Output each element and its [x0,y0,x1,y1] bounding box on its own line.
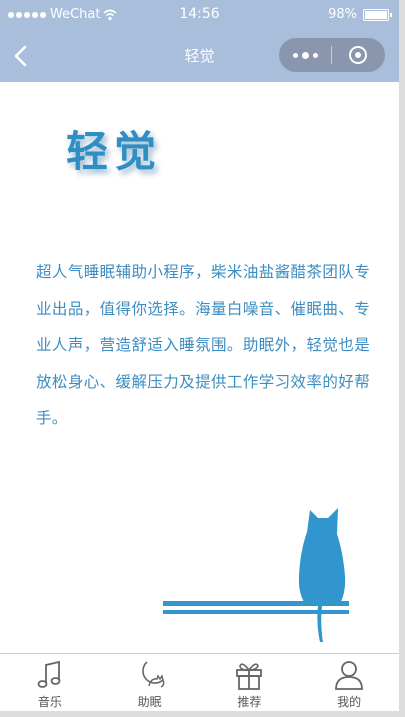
navigation-bar: 轻觉 [0,30,399,82]
tab-sleep-aid-label: 助眠 [137,695,162,709]
battery-fill [365,10,387,19]
tab-mine-label: 我的 [337,695,362,709]
device-frame-right [399,0,405,717]
battery-percent: 98% [328,7,357,22]
moon-cat-icon [141,661,164,688]
music-note-icon [37,660,61,688]
app-logo-text: 轻觉 [66,127,163,176]
tab-music[interactable]: 音乐 [0,654,100,712]
status-bar: WeChat 14:56 98% [0,0,399,30]
tab-music-label: 音乐 [37,695,62,709]
battery-icon [363,8,392,21]
menu-capsule [279,38,385,72]
tab-bar: 音乐 助眠 推荐 我的 [0,653,399,712]
battery-group: 98% [328,7,392,22]
user-icon [335,661,364,690]
close-miniprogram-button[interactable] [332,38,384,72]
tab-sleep-aid[interactable]: 助眠 [100,654,200,712]
gift-icon [236,663,263,690]
device-frame-bottom [0,711,405,717]
cat-on-branch-illustration [163,508,349,642]
more-options-button[interactable] [279,38,331,72]
app-description: 超人气睡眠辅助小程序，柴米油盐酱醋茶团队专业出品，值得你选择。海量白噪音、催眠曲… [36,263,370,427]
phone-screen: WeChat 14:56 98% 轻觉 轻觉 超人气睡眠辅助小程序，柴米油盐酱醋… [0,0,405,717]
tab-mine[interactable]: 我的 [299,654,399,712]
tab-recommend[interactable]: 推荐 [200,654,300,712]
target-circle-icon [349,46,367,64]
tab-recommend-label: 推荐 [237,695,262,709]
